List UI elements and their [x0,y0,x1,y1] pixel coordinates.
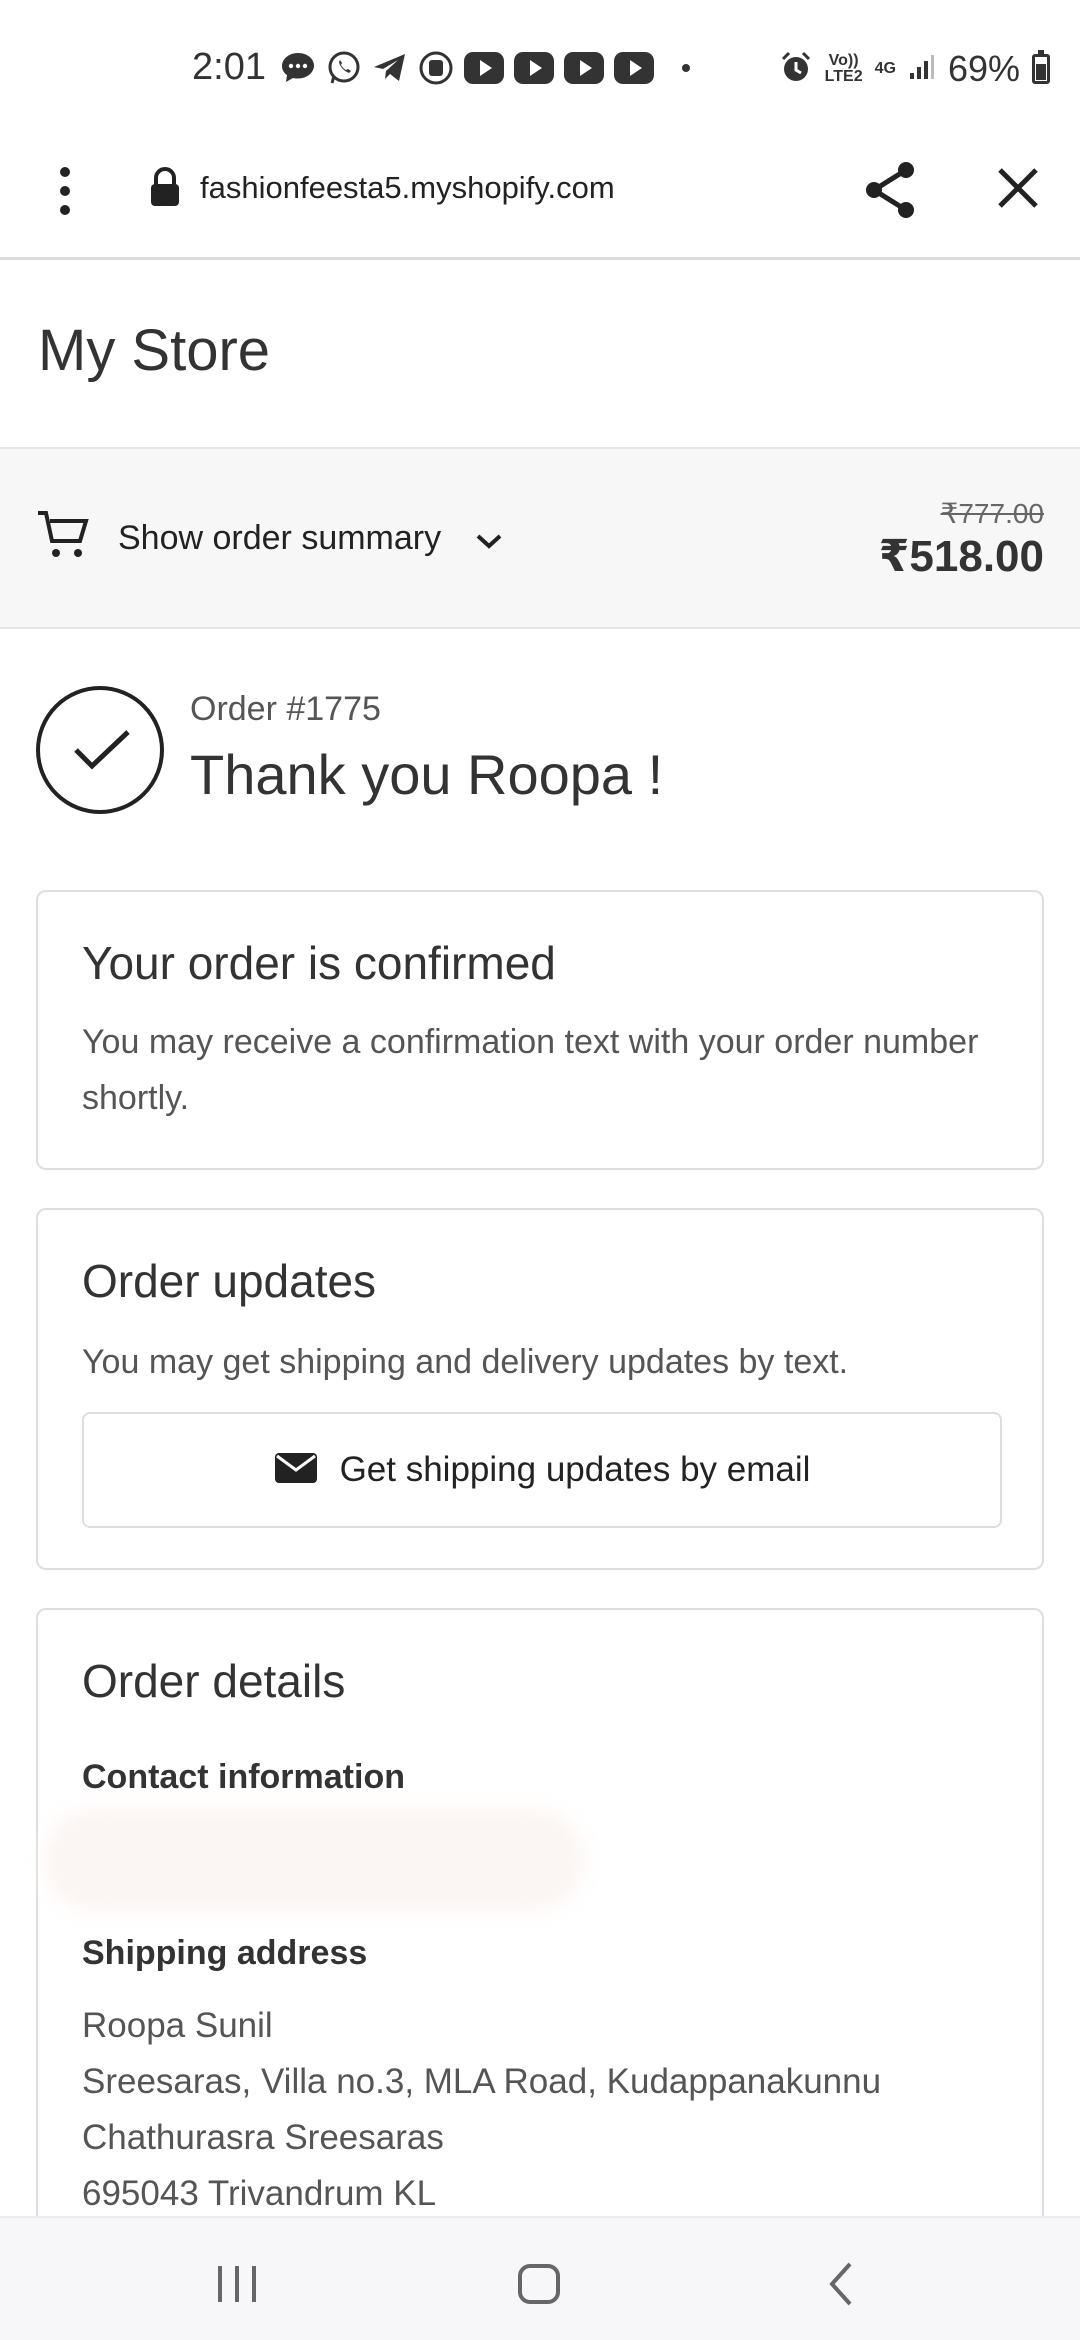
address-line: Roopa Sunil [82,2006,273,2045]
order-number: Order #1775 [190,690,381,728]
order-summary-toggle[interactable]: Show order summary ₹777.00 ₹518.00 [0,449,1080,629]
system-icons: Vo)) LTE2 4G 69% [779,48,1050,90]
volte-indicator: Vo)) LTE2 [825,53,863,85]
network-type: 4G [874,60,896,77]
url-text[interactable]: fashionfeesta5.myshopify.com [200,170,615,206]
address-line: Sreesaras, Villa no.3, MLA Road, Kudappa… [82,2062,882,2101]
order-confirmed-title: Your order is confirmed [82,937,556,989]
contact-information-label: Contact information [82,1758,405,1796]
more-options-icon[interactable] [50,162,80,222]
get-shipping-updates-label: Get shipping updates by email [339,1450,811,1489]
telegram-icon [372,50,408,86]
status-bar: 2:01 Vo)) LTE2 4G 69% [0,0,1080,140]
whatsapp-icon [326,50,362,86]
more-notifications-icon [682,64,690,72]
battery-percent: 69% [947,48,1020,89]
threads-icon [418,50,454,86]
recent-apps-icon[interactable] [216,2262,258,2311]
email-icon [274,1452,318,1489]
order-details-title: Order details [82,1655,346,1707]
share-icon[interactable] [862,158,918,227]
order-updates-title: Order updates [82,1255,377,1307]
original-price: ₹777.00 [940,498,1044,529]
notification-icons [280,50,690,86]
back-icon[interactable] [826,2260,856,2313]
redacted-contact [44,1810,584,1910]
show-order-summary-label: Show order summary [118,519,442,557]
status-time: 2:01 [192,46,266,88]
shipping-address-label: Shipping address [82,1934,368,1972]
chevron-down-icon [474,531,504,556]
signal-icon [908,53,936,86]
home-icon[interactable] [518,2264,560,2304]
order-confirmed-text: You may receive a confirmation text with… [82,1023,979,1117]
message-icon [280,50,316,86]
volte-text: Vo)) [828,52,859,69]
address-line: Chathurasra Sreesaras [82,2118,444,2157]
order-updates-text: You may get shipping and delivery update… [82,1343,849,1381]
battery-icon [1032,50,1050,84]
total-price: ₹518.00 [878,532,1044,581]
system-navigation-bar [0,2216,1080,2340]
lte-text: LTE2 [824,68,863,85]
check-circle-icon [36,686,164,814]
alarm-icon [779,50,813,89]
address-line: 695043 Trivandrum KL [82,2174,437,2213]
order-updates-card: Order updates You may get shipping and d… [36,1208,1044,1570]
thank-you-heading: Thank you Roopa ! [190,743,664,806]
store-header: My Store [0,263,1080,449]
store-title[interactable]: My Store [38,317,270,384]
browser-toolbar: fashionfeesta5.myshopify.com [0,140,1080,260]
cart-icon [36,507,90,566]
order-confirmed-card: Your order is confirmed You may receive … [36,890,1044,1170]
youtube-icon [614,52,654,84]
get-shipping-updates-button[interactable]: Get shipping updates by email [82,1412,1002,1528]
youtube-icon [514,52,554,84]
close-icon[interactable] [992,162,1044,219]
youtube-icon [564,52,604,84]
lock-icon [148,166,182,215]
youtube-icon [464,52,504,84]
